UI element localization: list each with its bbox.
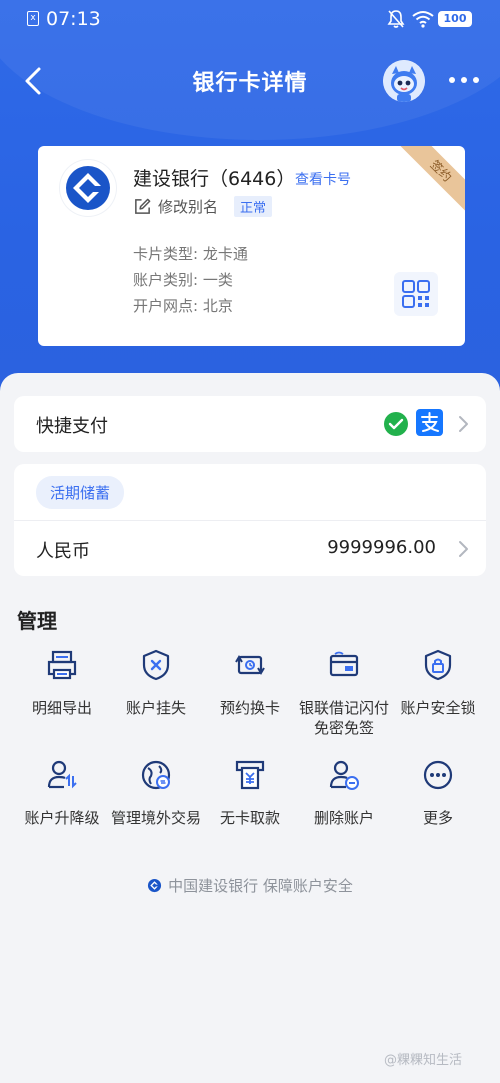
mascot-icon: [383, 60, 425, 102]
manage-section-title: 管理: [17, 609, 57, 633]
edit-alias-button[interactable]: 修改别名: [133, 195, 218, 217]
branch: 开户网点: 北京: [133, 297, 233, 315]
footer-security-note: 中国建设银行 保障账户安全: [0, 875, 500, 896]
watermark: @粿粿知生活: [384, 1053, 463, 1068]
grid-item-cardless-withdrawal[interactable]: 无卡取款: [200, 758, 300, 828]
user-updown-icon: [47, 760, 77, 789]
divider: [14, 520, 486, 521]
grid-item-label: 管理境外交易: [110, 809, 201, 827]
qr-code-icon: [402, 280, 430, 308]
grid-item-more[interactable]: 更多: [388, 758, 488, 828]
wifi-icon: [412, 11, 434, 28]
alipay-icon: [416, 409, 443, 436]
ccb-logo: [60, 160, 116, 216]
account-class: 账户类别: 一类: [133, 271, 233, 289]
shield-lock-icon: [424, 649, 452, 681]
printer-icon: [47, 650, 77, 680]
atm-yuan-icon: [235, 760, 265, 790]
nav-bar: 银行卡详情: [0, 52, 500, 112]
currency-label: 人民币: [36, 541, 90, 562]
more-circle-icon: [423, 760, 453, 790]
qr-code-button[interactable]: [394, 272, 438, 316]
mute-icon: [387, 10, 405, 28]
quick-pay-title: 快捷支付: [36, 416, 108, 437]
chevron-right-icon: [459, 541, 468, 557]
card-info: 卡片类型: 龙卡通 账户类别: 一类 开户网点: 北京: [133, 241, 248, 319]
status-bar: x 07:13 100: [0, 0, 500, 40]
bank-name: 建设银行（6446）: [133, 168, 296, 190]
view-card-number-link[interactable]: 查看卡号: [295, 169, 351, 189]
grid-item-overseas-transactions[interactable]: 管理境外交易: [106, 758, 206, 828]
grid-item-label: 更多: [422, 809, 453, 827]
savings-account-card: 活期储蓄 人民币 9999996.00: [14, 464, 486, 576]
signed-ribbon: 签约: [397, 146, 465, 215]
grid-item-security-lock[interactable]: 账户安全锁: [388, 648, 488, 718]
status-badge: 正常: [234, 196, 273, 217]
more-icon[interactable]: [446, 68, 482, 92]
grid-item-statement-export[interactable]: 明细导出: [12, 648, 112, 718]
balance-value: 9999996.00: [327, 537, 436, 558]
grid-item-label: 预约换卡: [219, 699, 280, 717]
globe-swap-icon: [141, 760, 171, 790]
mascot-avatar[interactable]: [383, 60, 425, 102]
grid-item-label: 账户安全锁: [400, 699, 476, 717]
grid-item-label: 明细导出: [31, 699, 92, 717]
chevron-right-icon: [459, 416, 468, 432]
grid-item-report-loss[interactable]: 账户挂失: [106, 648, 206, 718]
footer-text: 中国建设银行 保障账户安全: [168, 877, 353, 895]
grid-item-label: 删除账户: [313, 809, 374, 827]
grid-item-label: 银联借记闪付免密免签: [298, 699, 389, 737]
battery-icon: 100: [438, 11, 472, 27]
bank-card: 签约 建设银行（6446） 查看卡号 修改别名 正常 卡片类型: 龙卡通 账户类…: [38, 146, 465, 346]
grid-item-delete-account[interactable]: 删除账户: [294, 758, 394, 828]
status-time: 07:13: [46, 8, 101, 30]
grid-item-card-replacement[interactable]: 预约换卡: [200, 648, 300, 718]
grid-item-label: 无卡取款: [219, 809, 280, 827]
card-swap-icon: [235, 655, 265, 675]
edit-alias-label: 修改别名: [158, 197, 219, 216]
quick-pay-row[interactable]: 快捷支付: [14, 396, 486, 452]
wechat-pay-icon: [384, 412, 408, 436]
card-type: 卡片类型: 龙卡通: [133, 245, 248, 263]
grid-item-label: 账户挂失: [125, 699, 186, 717]
shield-x-icon: [142, 649, 170, 681]
grid-item-unionpay-quickpass[interactable]: 银联借记闪付免密免签: [294, 648, 394, 738]
edit-icon: [135, 198, 151, 214]
savings-tag: 活期储蓄: [36, 476, 125, 509]
sim-icon: x: [27, 11, 39, 26]
grid-item-account-level[interactable]: 账户升降级: [12, 758, 112, 828]
grid-item-label: 账户升降级: [24, 809, 100, 827]
ccb-mini-logo-icon: [148, 878, 162, 893]
user-minus-icon: [329, 760, 359, 790]
unionpay-card-icon: [329, 651, 359, 677]
content-sheet: 快捷支付 活期储蓄 人民币 9999996.00 管理 明细导出 账户挂失 预约…: [0, 373, 500, 1083]
ccb-logo-icon: [66, 166, 110, 210]
page-title: 银行卡详情: [192, 71, 308, 96]
